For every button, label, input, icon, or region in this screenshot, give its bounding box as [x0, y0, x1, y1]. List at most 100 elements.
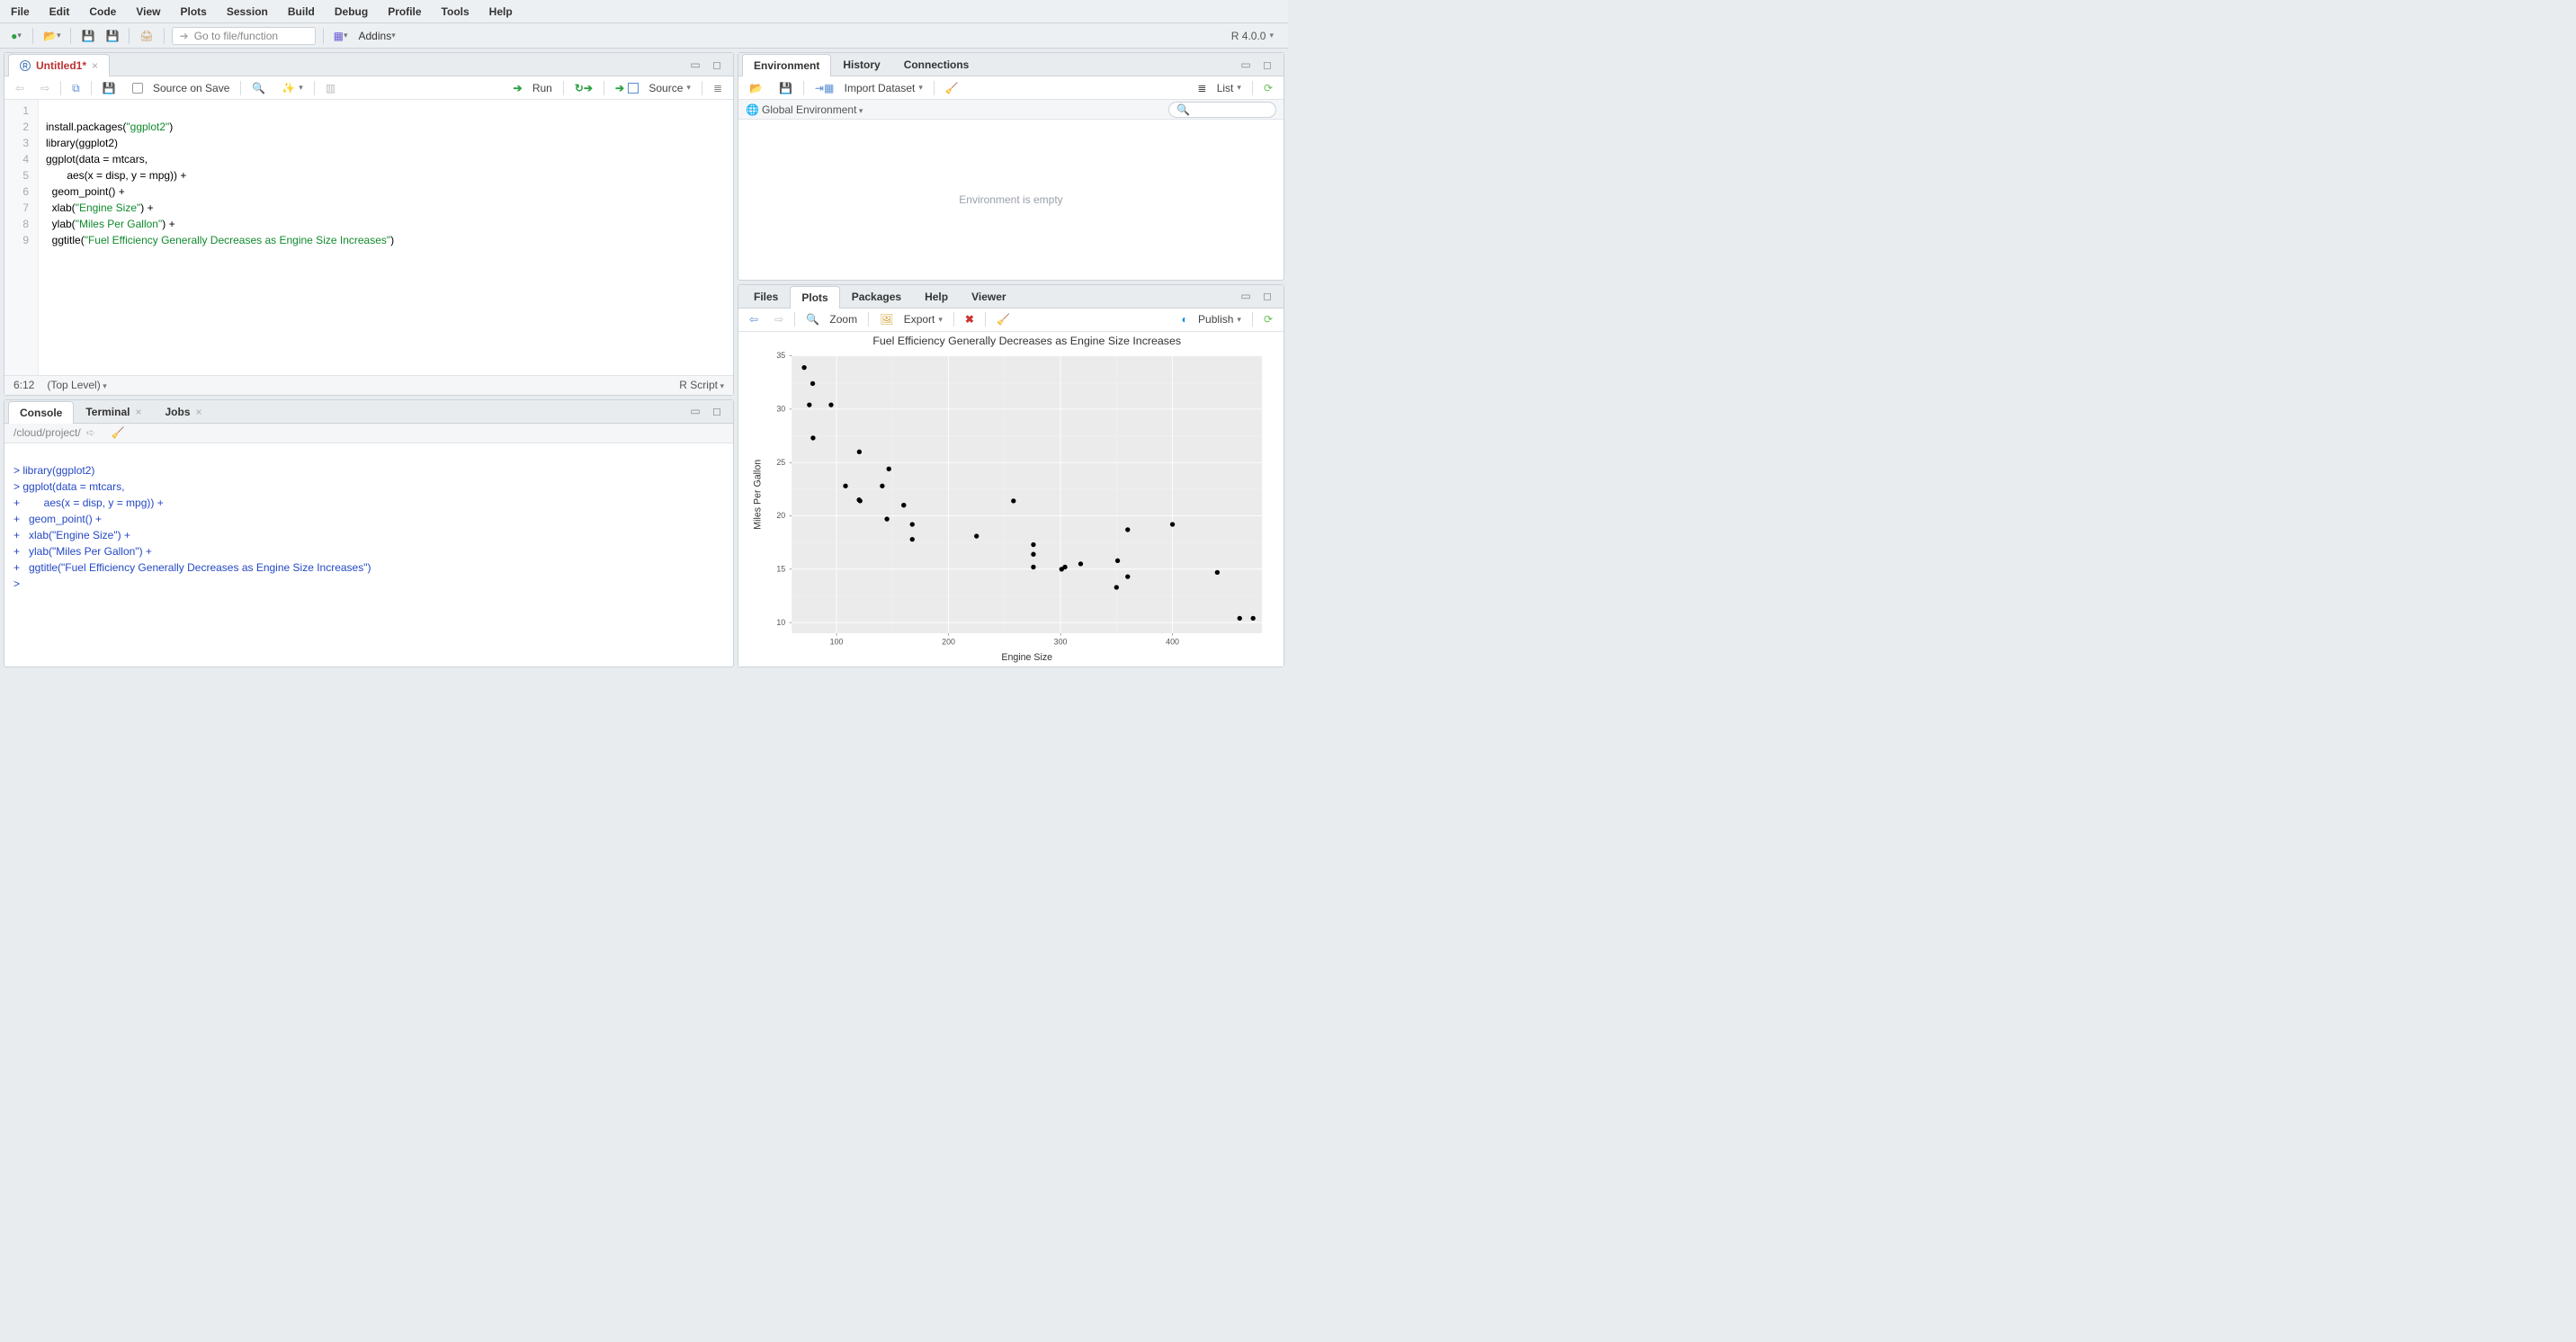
scope-selector[interactable]: (Top Level)	[47, 379, 106, 391]
tab-environment[interactable]: Environment	[742, 54, 831, 76]
refresh-env-button[interactable]: ⟳	[1258, 79, 1278, 97]
minimize-pane-icon[interactable]: ▭	[686, 56, 704, 74]
goto-file-input[interactable]: ➜ Go to file/function	[172, 27, 316, 45]
outline-button[interactable]: ≣	[708, 79, 728, 97]
run-button[interactable]: ➔ Run	[507, 79, 557, 97]
plot-prev-button[interactable]: ⇦	[744, 310, 764, 328]
source-on-save-toggle[interactable]: Source on Save	[127, 79, 236, 97]
menu-view[interactable]: View	[136, 5, 160, 18]
tab-terminal[interactable]: Terminal×	[74, 400, 153, 423]
main-toolbar: ● 📂 💾 💾 🖨 ➜ Go to file/function ▦ Addins…	[0, 23, 1288, 49]
save-all-button[interactable]: 💾	[103, 27, 121, 45]
print-button[interactable]: 🖨	[137, 27, 156, 45]
menu-profile[interactable]: Profile	[388, 5, 421, 18]
clear-console-button[interactable]: 🧹	[106, 424, 130, 442]
menu-plots[interactable]: Plots	[180, 5, 206, 18]
clear-workspace-button[interactable]: 🧹	[940, 79, 964, 97]
close-tab-icon[interactable]: ×	[92, 59, 98, 72]
tab-viewer[interactable]: Viewer	[960, 285, 1017, 308]
source-tab-untitled1[interactable]: R Untitled1* ×	[8, 54, 110, 76]
tab-help[interactable]: Help	[913, 285, 960, 308]
cursor-position: 6:12	[13, 379, 34, 391]
nav-fwd-button[interactable]: ⇨	[35, 79, 55, 97]
compile-report-button[interactable]: ▥	[320, 79, 341, 97]
checkbox-icon	[132, 83, 143, 94]
rerun-button[interactable]: ↻➔	[569, 79, 598, 97]
nav-back-button[interactable]: ⇦	[10, 79, 30, 97]
source-button[interactable]: ➔ Source	[610, 79, 696, 97]
svg-text:10: 10	[776, 618, 785, 627]
load-workspace-button[interactable]: 📂	[744, 79, 768, 97]
env-search-input[interactable]: 🔍	[1168, 102, 1276, 118]
code-editor[interactable]: 123 456 789 install.packages("ggplot2") …	[4, 100, 733, 375]
close-tab-icon[interactable]: ×	[135, 406, 141, 418]
env-list-mode-button[interactable]: ≣ List	[1192, 79, 1247, 97]
file-type-selector[interactable]: R Script	[679, 379, 724, 391]
new-file-button[interactable]: ●	[7, 27, 25, 45]
svg-text:100: 100	[830, 637, 844, 646]
tab-files[interactable]: Files	[742, 285, 790, 308]
menu-build[interactable]: Build	[288, 5, 315, 18]
menu-session[interactable]: Session	[227, 5, 268, 18]
broom-icon: 🧹	[945, 83, 959, 94]
tab-plots[interactable]: Plots	[790, 286, 839, 309]
rerun-icon: ↻➔	[575, 83, 593, 94]
tab-jobs[interactable]: Jobs×	[153, 400, 213, 423]
save-workspace-button[interactable]: 💾	[774, 79, 798, 97]
addins-button[interactable]: Addins	[356, 27, 398, 45]
maximize-pane-icon[interactable]: ◻	[1258, 56, 1276, 74]
maximize-pane-icon[interactable]: ◻	[708, 56, 726, 74]
scatter-plot: 100200300400101520253035Fuel Efficiency …	[738, 332, 1284, 667]
minimize-pane-icon[interactable]: ▭	[1237, 56, 1255, 74]
close-tab-icon[interactable]: ×	[196, 406, 202, 418]
maximize-pane-icon[interactable]: ◻	[708, 402, 726, 420]
zoom-plot-button[interactable]: 🔍 Zoom	[801, 310, 863, 328]
tab-connections[interactable]: Connections	[892, 53, 981, 76]
source-box-icon	[628, 83, 639, 94]
main-menubar: File Edit Code View Plots Session Build …	[0, 0, 1288, 23]
minimize-pane-icon[interactable]: ▭	[1237, 287, 1255, 305]
plot-next-button[interactable]: ⇨	[769, 310, 789, 328]
save-button[interactable]: 💾	[78, 27, 97, 45]
find-button[interactable]: 🔍	[246, 79, 271, 97]
globe-icon: 🌐	[746, 104, 759, 115]
console-output[interactable]: > library(ggplot2) > ggplot(data = mtcar…	[4, 443, 733, 667]
menu-code[interactable]: Code	[89, 5, 116, 18]
code-tools-button[interactable]: ✨	[276, 79, 308, 97]
goto-dir-icon[interactable]: ➪	[86, 427, 95, 438]
notebook-icon: ▥	[326, 83, 335, 94]
clear-plots-button[interactable]: 🧹	[991, 310, 1015, 328]
show-in-new-window-button[interactable]: ⧉	[67, 79, 85, 97]
env-empty-message: Environment is empty	[738, 120, 1284, 280]
menu-tools[interactable]: Tools	[442, 5, 470, 18]
menu-debug[interactable]: Debug	[335, 5, 368, 18]
code-content[interactable]: install.packages("ggplot2") library(ggpl…	[39, 100, 394, 375]
publish-plot-button[interactable]: ◐ Publish	[1176, 310, 1246, 328]
tab-history[interactable]: History	[831, 53, 891, 76]
tab-console[interactable]: Console	[8, 401, 74, 424]
menu-file[interactable]: File	[11, 5, 30, 18]
arrow-left-icon: ⇦	[749, 314, 758, 325]
r-version-selector[interactable]: R 4.0.0	[1224, 30, 1281, 42]
maximize-pane-icon[interactable]: ◻	[1258, 287, 1276, 305]
export-plot-button[interactable]: 🖼 Export	[874, 310, 948, 328]
grid-view-button[interactable]: ▦	[331, 27, 351, 45]
remove-icon: ✖	[965, 314, 974, 325]
source-pane: R Untitled1* × ▭ ◻ ⇦ ⇨ ⧉ 💾	[4, 52, 734, 396]
export-icon: 🖼	[880, 314, 893, 325]
remove-plot-button[interactable]: ✖	[960, 310, 979, 328]
environment-pane: Environment History Connections ▭ ◻ 📂 💾 …	[738, 52, 1284, 281]
open-file-button[interactable]: 📂	[40, 27, 63, 45]
minimize-pane-icon[interactable]: ▭	[686, 402, 704, 420]
refresh-plot-button[interactable]: ⟳	[1258, 310, 1278, 328]
source-label: Source	[648, 82, 683, 94]
env-scope-selector[interactable]: Global Environment	[762, 103, 863, 116]
menu-help[interactable]: Help	[489, 5, 513, 18]
save-source-button[interactable]: 💾	[97, 79, 121, 97]
import-dataset-button[interactable]: ⇥▦ Import Dataset	[809, 79, 928, 97]
print-icon: 🖨	[139, 31, 153, 41]
menu-edit[interactable]: Edit	[49, 5, 70, 18]
refresh-icon: ⟳	[1264, 314, 1273, 325]
tab-packages[interactable]: Packages	[840, 285, 913, 308]
r-file-icon: R	[20, 60, 31, 71]
